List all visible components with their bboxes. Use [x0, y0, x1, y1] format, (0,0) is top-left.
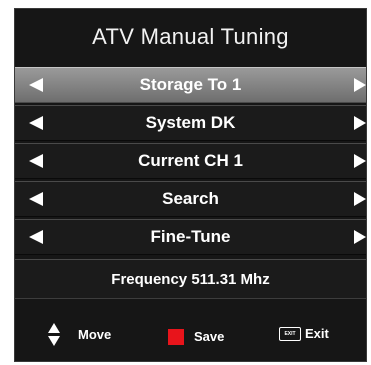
arrow-right-icon[interactable] — [354, 78, 366, 92]
button-hints: Move Save EXIT Exit — [15, 309, 366, 361]
menu-title: ATV Manual Tuning — [92, 24, 289, 49]
menu-item-label: Current CH 1 — [138, 151, 243, 170]
arrow-right-icon[interactable] — [354, 154, 366, 168]
menu-item-label: Search — [162, 189, 219, 208]
arrow-left-icon[interactable] — [29, 78, 43, 92]
exit-key-icon: EXIT — [279, 327, 301, 341]
menu-item-label: Storage To 1 — [139, 75, 242, 94]
arrow-left-icon[interactable] — [29, 116, 43, 130]
atv-manual-tuning-menu: ATV Manual Tuning Storage To 1 System DK… — [14, 8, 367, 362]
menu-item-fine-tune[interactable]: Fine-Tune — [15, 219, 366, 255]
arrow-right-icon[interactable] — [354, 192, 366, 206]
menu-item-label: Fine-Tune — [150, 227, 231, 246]
arrow-right-icon[interactable] — [354, 230, 366, 244]
menu-item-system[interactable]: System DK — [15, 105, 366, 141]
frequency-readout: Frequency 511.31 Mhz — [15, 259, 366, 299]
menu-item-storage[interactable]: Storage To 1 — [15, 67, 366, 103]
menu-item-search[interactable]: Search — [15, 181, 366, 217]
menu-item-label: System DK — [145, 113, 236, 132]
arrow-right-icon[interactable] — [354, 116, 366, 130]
arrow-left-icon[interactable] — [29, 230, 43, 244]
save-label: Save — [194, 329, 225, 344]
red-key-icon — [168, 329, 184, 345]
menu-rows: Storage To 1 System DK Current CH 1 Sear… — [15, 67, 366, 257]
exit-label: Exit — [305, 326, 329, 341]
arrow-left-icon[interactable] — [29, 154, 43, 168]
down-arrow-icon — [48, 336, 60, 346]
up-arrow-icon — [48, 323, 60, 333]
move-label: Move — [78, 327, 112, 342]
arrow-left-icon[interactable] — [29, 192, 43, 206]
up-down-arrows-icon — [48, 323, 64, 357]
menu-item-current-ch[interactable]: Current CH 1 — [15, 143, 366, 179]
